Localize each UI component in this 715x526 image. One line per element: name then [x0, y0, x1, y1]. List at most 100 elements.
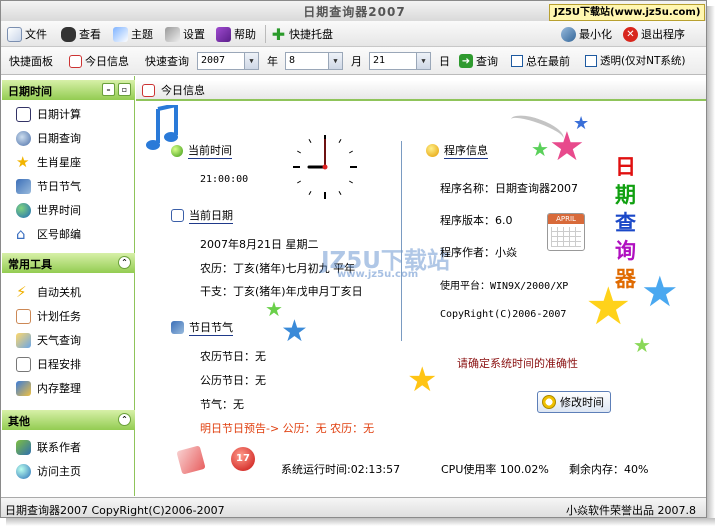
transparent-checkbox[interactable]: 透明(仅对NT系统)	[585, 53, 685, 68]
month-select[interactable]: 8 ▼	[285, 52, 343, 70]
program-info-heading: 程序信息	[426, 142, 488, 159]
collapse-up-icon[interactable]: ⌃	[118, 413, 131, 426]
minimize-label: 最小化	[579, 28, 612, 41]
clock-tick	[297, 180, 302, 184]
menu-tray-label: 快捷托盘	[289, 28, 333, 41]
star-icon: ★	[16, 152, 30, 171]
quick-panel-button[interactable]: 快捷面板	[9, 53, 53, 69]
memory-text: 剩余内存：40%	[569, 463, 649, 476]
sidebar-item-contact[interactable]: 联系作者	[16, 438, 81, 456]
clock-icon	[542, 395, 556, 409]
title-bar: 日期查询器2007 JZ5U下载站(www.jz5u.com)	[1, 1, 706, 21]
menu-view[interactable]: 查看	[61, 25, 101, 43]
modify-time-label: 修改时间	[560, 396, 604, 409]
sidebar-section-datetime[interactable]: 日期时间 – ▫	[2, 80, 135, 100]
collapse-icon[interactable]: –	[102, 83, 115, 96]
menu-tray[interactable]: ✚ 快捷托盘	[271, 25, 333, 43]
menu-file[interactable]: 文件	[7, 25, 47, 43]
sidebar-item-scheduled-task[interactable]: 计划任务	[16, 307, 81, 325]
task-icon	[16, 308, 31, 324]
sidebar-section-tools[interactable]: 常用工具 ⌃	[2, 253, 135, 273]
menu-settings[interactable]: 设置	[165, 25, 205, 43]
vertical-divider	[401, 141, 402, 341]
side-title-char: 日	[615, 154, 636, 179]
current-date-heading: 当前日期	[171, 207, 233, 224]
sidebar-item-date-calc[interactable]: 日期计算	[16, 105, 81, 123]
sidebar-item-label: 世界时间	[37, 204, 81, 217]
collapse-up-icon[interactable]: ⌃	[118, 256, 131, 269]
day-select[interactable]: 21 ▼	[369, 52, 431, 70]
sidebar-item-area-code[interactable]: ⌂ 区号邮编	[16, 225, 81, 243]
binoculars-icon	[61, 26, 76, 42]
sidebar-item-label: 节日节气	[37, 180, 81, 193]
sidebar-item-world-time[interactable]: 世界时间	[16, 201, 81, 219]
clock-tick	[338, 139, 342, 144]
plus-icon: ✚	[271, 24, 286, 44]
today-info-button[interactable]: 今日信息	[69, 53, 129, 69]
menu-help[interactable]: 帮助	[216, 25, 256, 43]
warning-text: 请确定系统时间的准确性	[457, 357, 578, 370]
broom-icon	[16, 380, 31, 396]
modify-time-button[interactable]: 修改时间	[537, 391, 611, 413]
program-author: 程序作者：小焱	[440, 246, 517, 259]
uptime-text: 系统运行时间:02:13:57	[281, 463, 401, 476]
clock-tick	[297, 150, 302, 154]
sidebar-item-festivals[interactable]: 节日节气	[16, 177, 81, 195]
exit-label: 退出程序	[641, 28, 685, 41]
status-bar: 日期查询器2007 CopyRight(C)2006-2007 小焱软件荣誉出品…	[1, 497, 706, 517]
clock-center	[322, 164, 328, 170]
sidebar-item-zodiac[interactable]: ★ 生肖星座	[16, 153, 81, 171]
blue-star-icon: ★	[281, 314, 308, 349]
app-window: 日期查询器2007 JZ5U下载站(www.jz5u.com) 文件 查看 主题…	[0, 0, 707, 518]
file-icon	[7, 26, 22, 42]
calendar-small-icon	[69, 54, 82, 68]
year-select[interactable]: 2007 ▼	[197, 52, 259, 70]
side-title-char: 询	[615, 238, 636, 263]
exit-button[interactable]: ✕ 退出程序	[623, 25, 685, 43]
always-top-label: 总在最前	[526, 55, 570, 68]
today-info-label: 今日信息	[85, 55, 129, 68]
window-shadow-bottom	[6, 518, 715, 526]
green-star-icon: ★	[265, 297, 283, 321]
menu-theme[interactable]: 主题	[113, 25, 153, 43]
quick-panel-label: 快捷面板	[9, 55, 53, 68]
chevron-down-icon: ▼	[328, 53, 342, 69]
sidebar: 日期时间 – ▫ 日期计算 日期查询 ★ 生肖星座 节日节气 世界时间 ⌂ 区号邮编…	[2, 76, 135, 496]
section-title: 常用工具	[8, 258, 52, 271]
sidebar-item-label: 区号邮编	[37, 228, 81, 241]
side-title-char: 查	[615, 210, 636, 235]
sidebar-item-label: 日程安排	[37, 358, 81, 371]
theme-icon	[113, 26, 128, 42]
schedule-icon	[16, 356, 31, 372]
festival-icon	[16, 178, 31, 194]
close-icon: ✕	[623, 26, 638, 42]
program-info-title: 程序信息	[444, 144, 488, 159]
yellow-star-icon: ★	[407, 360, 438, 400]
always-top-checkbox[interactable]: 总在最前	[511, 53, 570, 69]
program-platform: 使用平台：WIN9X/2000/XP	[440, 281, 569, 292]
sidebar-item-weather[interactable]: 天气查询	[16, 331, 81, 349]
section-title: 日期时间	[8, 85, 52, 98]
restore-icon[interactable]: ▫	[118, 83, 131, 96]
calendar-grid	[551, 227, 581, 247]
sidebar-item-label: 自动关机	[37, 286, 81, 299]
lightning-icon: ⚡	[16, 282, 27, 301]
menu-bar: 文件 查看 主题 设置 帮助 ✚ 快捷托盘 最小化 ✕ 退出程序	[1, 21, 706, 47]
query-button[interactable]: ➜ 查询	[459, 53, 498, 69]
year-value: 2007	[201, 55, 226, 66]
site-badge: JZ5U下载站(www.jz5u.com)	[549, 4, 706, 21]
sidebar-item-date-query[interactable]: 日期查询	[16, 129, 81, 147]
sidebar-item-auto-shutdown[interactable]: ⚡ 自动关机	[16, 283, 81, 301]
green-star-icon: ★	[531, 137, 549, 161]
sidebar-item-schedule[interactable]: 日程安排	[16, 355, 81, 373]
calendar-icon	[16, 106, 31, 122]
month-value: 8	[289, 55, 296, 66]
sidebar-section-other[interactable]: 其他 ⌃	[2, 410, 135, 430]
sidebar-item-homepage[interactable]: 访问主页	[16, 462, 81, 480]
house-icon: ⌂	[16, 224, 26, 243]
minimize-button[interactable]: 最小化	[561, 25, 612, 43]
arrow-right-icon: ➜	[459, 54, 473, 68]
sidebar-item-label: 计划任务	[37, 310, 81, 323]
sidebar-item-memory[interactable]: 内存整理	[16, 379, 81, 397]
magnifier-icon	[16, 130, 31, 146]
